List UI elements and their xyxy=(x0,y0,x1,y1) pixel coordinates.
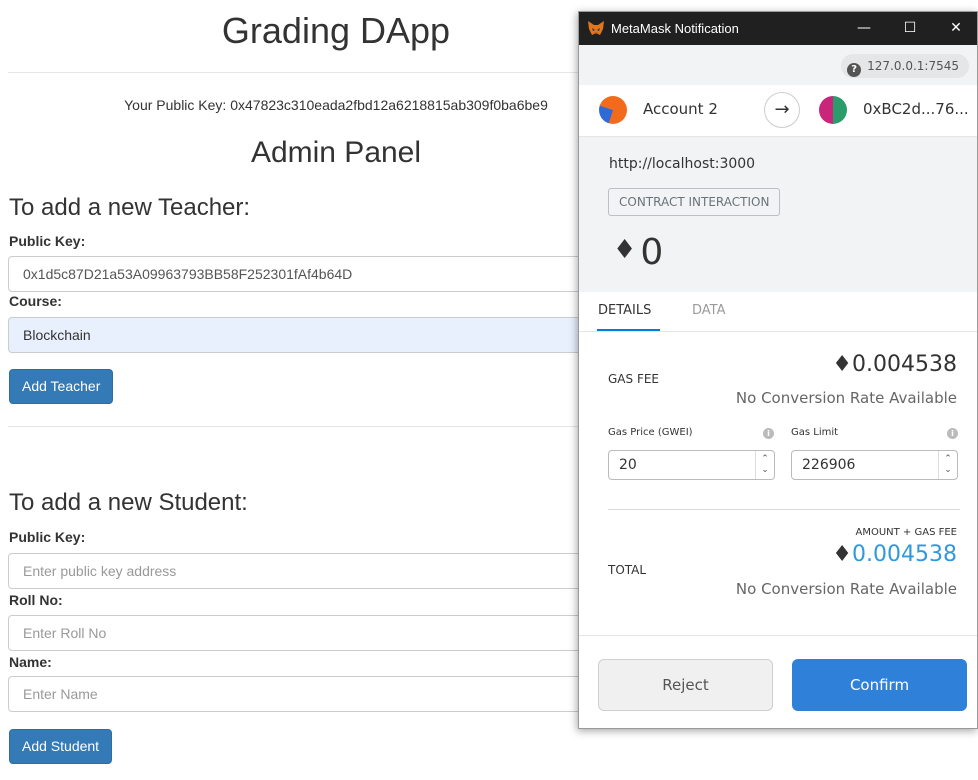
gas-fee-conversion: No Conversion Rate Available xyxy=(735,389,957,407)
from-account-name[interactable]: Account 2 xyxy=(643,100,718,118)
gas-limit-label: Gas Limit xyxy=(791,427,839,438)
student-section-heading: To add a new Student: xyxy=(9,489,248,516)
page-title: Grading DApp xyxy=(221,10,451,51)
tab-data[interactable]: DATA xyxy=(692,303,726,318)
gas-price-label: Gas Price (GWEI) xyxy=(608,427,693,438)
window-titlebar[interactable]: MetaMask Notification — ☐ ✕ xyxy=(579,12,977,45)
eth-amount: ♦ 0 xyxy=(613,232,663,273)
course-label: Course: xyxy=(9,293,62,309)
admin-panel-title: Admin Panel xyxy=(250,136,422,169)
name-input[interactable] xyxy=(8,676,648,712)
question-icon: ? xyxy=(847,63,862,77)
to-account-avatar xyxy=(819,96,847,124)
reject-button[interactable]: Reject xyxy=(598,659,773,711)
action-footer: Reject Confirm xyxy=(579,635,977,728)
window-title: MetaMask Notification xyxy=(611,21,739,36)
total-amount: 0.004538 xyxy=(852,542,957,567)
amount-plus-gas-label: AMOUNT + GAS FEE xyxy=(855,527,958,538)
confirm-button[interactable]: Confirm xyxy=(792,659,967,711)
gas-price-stepper[interactable]: ⌃ ⌄ xyxy=(755,451,774,479)
close-button[interactable]: ✕ xyxy=(933,12,977,45)
section-divider xyxy=(8,426,672,427)
teacher-section-heading: To add a new Teacher: xyxy=(9,194,251,221)
contract-interaction-badge: CONTRACT INTERACTION xyxy=(608,188,781,216)
teacher-public-key-input[interactable] xyxy=(8,256,648,292)
roll-no-input[interactable] xyxy=(8,615,648,651)
network-indicator[interactable]: ? 127.0.0.1:7545 xyxy=(841,54,969,78)
ethereum-icon: ♦ xyxy=(832,542,853,567)
teacher-public-key-label: Public Key: xyxy=(9,233,86,249)
minimize-button[interactable]: — xyxy=(841,12,887,45)
details-panel: GAS FEE ♦0.004538 No Conversion Rate Ava… xyxy=(579,333,977,635)
tab-details[interactable]: DETAILS xyxy=(598,303,651,318)
maximize-button[interactable]: ☐ xyxy=(887,12,933,45)
ethereum-icon: ♦ xyxy=(613,235,637,265)
header-divider xyxy=(8,72,672,73)
info-icon[interactable]: i xyxy=(763,428,774,439)
user-public-key: Your Public Key: 0x47823c310eada2fbd12a6… xyxy=(124,97,548,113)
course-select[interactable]: Blockchain xyxy=(8,317,648,353)
info-icon[interactable]: i xyxy=(947,428,958,439)
gas-limit-input[interactable]: 226906 ⌃ ⌄ xyxy=(791,450,958,480)
name-label: Name: xyxy=(9,654,52,670)
total-conversion: No Conversion Rate Available xyxy=(735,580,957,598)
gas-limit-value: 226906 xyxy=(802,457,856,473)
student-public-key-label: Public Key: xyxy=(9,529,86,545)
roll-no-label: Roll No: xyxy=(9,592,63,608)
total-label: TOTAL xyxy=(608,563,647,577)
gas-fee-amount: 0.004538 xyxy=(852,352,957,377)
eth-amount-value: 0 xyxy=(640,232,664,273)
rpc-url: 127.0.0.1:7545 xyxy=(867,59,959,73)
gas-price-value: 20 xyxy=(619,457,637,473)
arrow-right-icon: → xyxy=(764,92,800,128)
gas-price-input[interactable]: 20 ⌃ ⌄ xyxy=(608,450,775,480)
to-account-address[interactable]: 0xBC2d...76... xyxy=(863,100,969,118)
gas-fee-value: ♦0.004538 xyxy=(832,352,957,377)
account-transfer-row: Account 2 → 0xBC2d...76... xyxy=(579,85,977,137)
details-divider xyxy=(608,509,960,510)
add-student-button[interactable]: Add Student xyxy=(9,729,113,764)
details-data-tabs: DETAILS DATA xyxy=(579,292,977,332)
network-bar: ? 127.0.0.1:7545 xyxy=(579,45,977,85)
origin-url: http://localhost:3000 xyxy=(609,156,756,172)
gas-fee-label: GAS FEE xyxy=(608,372,660,386)
from-account-avatar xyxy=(599,96,627,124)
total-value: ♦0.004538 xyxy=(832,542,957,567)
gas-limit-stepper[interactable]: ⌃ ⌄ xyxy=(938,451,957,479)
transaction-summary: http://localhost:3000 CONTRACT INTERACTI… xyxy=(579,137,977,292)
active-tab-indicator xyxy=(597,329,660,331)
add-teacher-button[interactable]: Add Teacher xyxy=(9,369,114,404)
metamask-fox-icon xyxy=(588,21,604,35)
student-public-key-input[interactable] xyxy=(8,553,648,589)
metamask-notification-window: MetaMask Notification — ☐ ✕ ? 127.0.0.1:7… xyxy=(578,11,978,729)
ethereum-icon: ♦ xyxy=(832,352,853,377)
